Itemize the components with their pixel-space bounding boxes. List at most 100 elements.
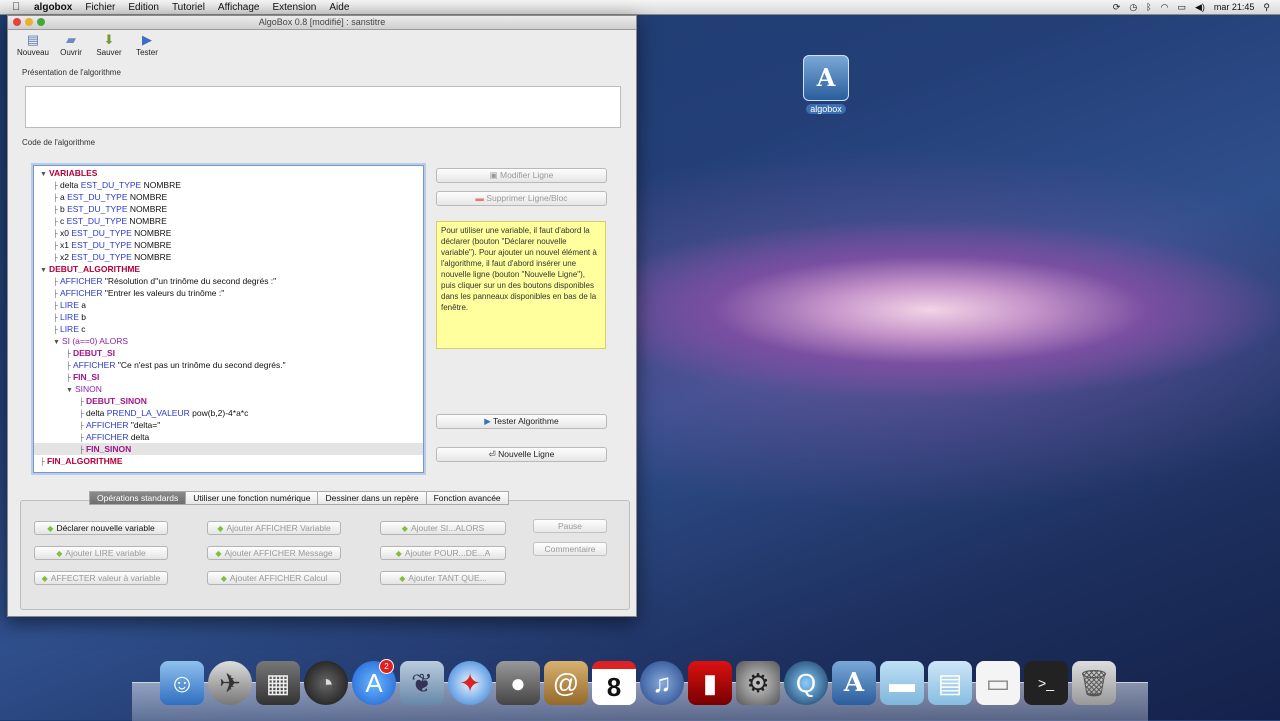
code-line[interactable]: ├ AFFICHER "Résolution d''un trinôme du s… bbox=[34, 275, 423, 287]
menu-aide[interactable]: Aide bbox=[329, 2, 349, 13]
code-line[interactable]: ├ a EST_DU_TYPE NOMBRE bbox=[34, 191, 423, 203]
code-line[interactable]: ├ x2 EST_DU_TYPE NOMBRE bbox=[34, 251, 423, 263]
add-afficher-calcul-button[interactable]: ◆ Ajouter AFFICHER Calcul bbox=[207, 571, 341, 585]
tab-dessiner-repere[interactable]: Dessiner dans un repère bbox=[317, 491, 427, 505]
photo-booth-icon[interactable]: ▦ bbox=[256, 661, 300, 705]
menu-affichage[interactable]: Affichage bbox=[218, 2, 260, 13]
new-button[interactable]: ▤ Nouveau bbox=[14, 32, 52, 57]
menu-tutoriel[interactable]: Tutoriel bbox=[172, 2, 205, 13]
volume-icon[interactable]: ◀) bbox=[1195, 2, 1205, 13]
minimize-window-button[interactable] bbox=[25, 18, 33, 26]
zoom-window-button[interactable] bbox=[37, 18, 45, 26]
add-pour-button[interactable]: ◆ Ajouter POUR...DE...A bbox=[380, 546, 506, 560]
launchpad-icon[interactable]: ✈ bbox=[208, 661, 252, 705]
code-line[interactable]: ├ LIRE b bbox=[34, 311, 423, 323]
diamond-icon: ◆ bbox=[220, 574, 227, 583]
save-button[interactable]: ⬇ Sauver bbox=[90, 32, 128, 57]
algorithm-code-tree[interactable]: ▼ VARIABLES ├ delta EST_DU_TYPE NOMBRE ├ a ES… bbox=[33, 165, 424, 473]
preview-icon[interactable]: ❦ bbox=[400, 661, 444, 705]
code-line[interactable]: ▼ VARIABLES bbox=[34, 167, 423, 179]
delete-line-button[interactable]: ▬ Supprimer Ligne/Bloc bbox=[436, 191, 607, 206]
system-preferences-icon[interactable]: ⚙ bbox=[736, 661, 780, 705]
algobox-icon[interactable]: A bbox=[832, 661, 876, 705]
wifi-icon[interactable]: ◠ bbox=[1161, 2, 1169, 13]
code-line[interactable]: ├ b EST_DU_TYPE NOMBRE bbox=[34, 203, 423, 215]
disclosure-triangle-icon[interactable]: ▼ bbox=[40, 171, 47, 178]
battery-icon[interactable]: ▭ bbox=[1177, 2, 1186, 13]
code-line[interactable]: ▼ SINON bbox=[34, 383, 423, 395]
add-afficher-message-button[interactable]: ◆ Ajouter AFFICHER Message bbox=[207, 546, 341, 560]
code-line[interactable]: ├ c EST_DU_TYPE NOMBRE bbox=[34, 215, 423, 227]
facetime-icon[interactable]: ● bbox=[496, 661, 540, 705]
menu-edition[interactable]: Edition bbox=[128, 2, 159, 13]
comment-button[interactable]: Commentaire bbox=[533, 542, 607, 556]
disclosure-triangle-icon[interactable]: ▼ bbox=[53, 339, 60, 346]
clock[interactable]: mar 21:45 bbox=[1214, 2, 1255, 12]
apple-icon[interactable]:  bbox=[12, 1, 24, 13]
tab-fonction-avancee[interactable]: Fonction avancée bbox=[425, 491, 509, 505]
code-token: delta bbox=[85, 408, 107, 418]
add-tant-que-button[interactable]: ◆ Ajouter TANT QUE... bbox=[380, 571, 506, 585]
folder-icon[interactable]: ▬ bbox=[880, 661, 924, 705]
spotlight-icon[interactable]: ⚲ bbox=[1263, 2, 1270, 13]
open-button[interactable]: ▰ Ouvrir bbox=[52, 32, 90, 57]
code-line[interactable]: ├ DEBUT_SINON bbox=[34, 395, 423, 407]
pause-button[interactable]: Pause bbox=[533, 519, 607, 533]
time-machine-icon[interactable]: ◷ bbox=[1129, 2, 1137, 13]
menu-app-name[interactable]: algobox bbox=[34, 2, 72, 13]
code-line[interactable]: ├ x1 EST_DU_TYPE NOMBRE bbox=[34, 239, 423, 251]
code-line[interactable]: ├ delta PREND_LA_VALEUR pow(b,2)-4*a*c bbox=[34, 407, 423, 419]
code-line[interactable]: ├ DEBUT_SI bbox=[34, 347, 423, 359]
tree-branch-icon: ├ bbox=[79, 435, 84, 442]
contacts-icon[interactable]: @ bbox=[544, 661, 588, 705]
tab-fonction-numerique[interactable]: Utiliser une fonction numérique bbox=[185, 491, 319, 505]
add-lire-button[interactable]: ◆ Ajouter LIRE variable bbox=[34, 546, 168, 560]
code-line[interactable]: ├ AFFICHER "Ce n'est pas un trinôme du se… bbox=[34, 359, 423, 371]
safari-icon[interactable]: ✦ bbox=[448, 661, 492, 705]
quicktime-icon[interactable]: Q bbox=[784, 661, 828, 705]
affecter-button[interactable]: ◆ AFFECTER valeur à variable bbox=[34, 571, 168, 585]
presentation-textarea[interactable] bbox=[25, 86, 621, 128]
document-icon[interactable]: ▭ bbox=[976, 661, 1020, 705]
code-line[interactable]: ├ x0 EST_DU_TYPE NOMBRE bbox=[34, 227, 423, 239]
code-line[interactable]: ├ FIN_SINON bbox=[34, 443, 423, 455]
tab-operations-standards[interactable]: Opérations standards bbox=[89, 491, 187, 505]
code-line[interactable]: ├ LIRE c bbox=[34, 323, 423, 335]
code-line[interactable]: ├ AFFICHER delta bbox=[34, 431, 423, 443]
code-line[interactable]: ▼ DEBUT_ALGORITHME bbox=[34, 263, 423, 275]
test-algorithm-button[interactable]: ▶ Tester Algorithme bbox=[436, 414, 607, 429]
title-bar[interactable]: AlgoBox 0.8 [modifié] : sanstitre bbox=[8, 16, 636, 30]
itunes-icon[interactable]: ♫ bbox=[640, 661, 684, 705]
desktop-icon-algobox[interactable]: A algobox bbox=[803, 55, 849, 115]
test-button[interactable]: ▶ Tester bbox=[128, 32, 166, 57]
bluetooth-icon[interactable]: ᛒ bbox=[1146, 2, 1151, 12]
modify-line-button[interactable]: ▣ Modifier Ligne bbox=[436, 168, 607, 183]
code-line[interactable]: ├ FIN_SI bbox=[34, 371, 423, 383]
terminal-icon[interactable]: >_ bbox=[1024, 661, 1068, 705]
menu-fichier[interactable]: Fichier bbox=[85, 2, 115, 13]
add-si-button[interactable]: ◆ Ajouter SI...ALORS bbox=[380, 521, 506, 535]
calendar-icon[interactable]: 8 bbox=[592, 661, 636, 705]
disclosure-triangle-icon[interactable]: ▼ bbox=[66, 387, 73, 394]
finder-icon[interactable]: ☺ bbox=[160, 661, 204, 705]
code-line[interactable]: ├ LIRE a bbox=[34, 299, 423, 311]
code-line[interactable]: ├ FIN_ALGORITHME bbox=[34, 455, 423, 467]
code-line[interactable]: ├ AFFICHER "delta=" bbox=[34, 419, 423, 431]
add-afficher-variable-button[interactable]: ◆ Ajouter AFFICHER Variable bbox=[207, 521, 341, 535]
code-line[interactable]: ▼ SI (a==0) ALORS bbox=[34, 335, 423, 347]
photo-booth-red-icon[interactable]: ▮ bbox=[688, 661, 732, 705]
downloads-icon[interactable]: ▤ bbox=[928, 661, 972, 705]
add-tant-que-label: Ajouter TANT QUE... bbox=[408, 573, 487, 583]
new-line-button[interactable]: ⏎ Nouvelle Ligne bbox=[436, 447, 607, 462]
trash-icon[interactable]: 🗑 bbox=[1072, 661, 1116, 705]
app-store-icon[interactable]: A2 bbox=[352, 659, 396, 705]
dashboard-icon[interactable]: ◔ bbox=[304, 661, 348, 705]
code-token: AFFICHER bbox=[85, 420, 129, 430]
menu-extension[interactable]: Extension bbox=[272, 2, 316, 13]
sync-icon[interactable]: ⟳ bbox=[1113, 2, 1121, 13]
code-line[interactable]: ├ AFFICHER "Entrer les valeurs du trinôme… bbox=[34, 287, 423, 299]
code-line[interactable]: ├ delta EST_DU_TYPE NOMBRE bbox=[34, 179, 423, 191]
disclosure-triangle-icon[interactable]: ▼ bbox=[40, 267, 47, 274]
close-window-button[interactable] bbox=[13, 18, 21, 26]
declare-variable-button[interactable]: ◆ Déclarer nouvelle variable bbox=[34, 521, 168, 535]
